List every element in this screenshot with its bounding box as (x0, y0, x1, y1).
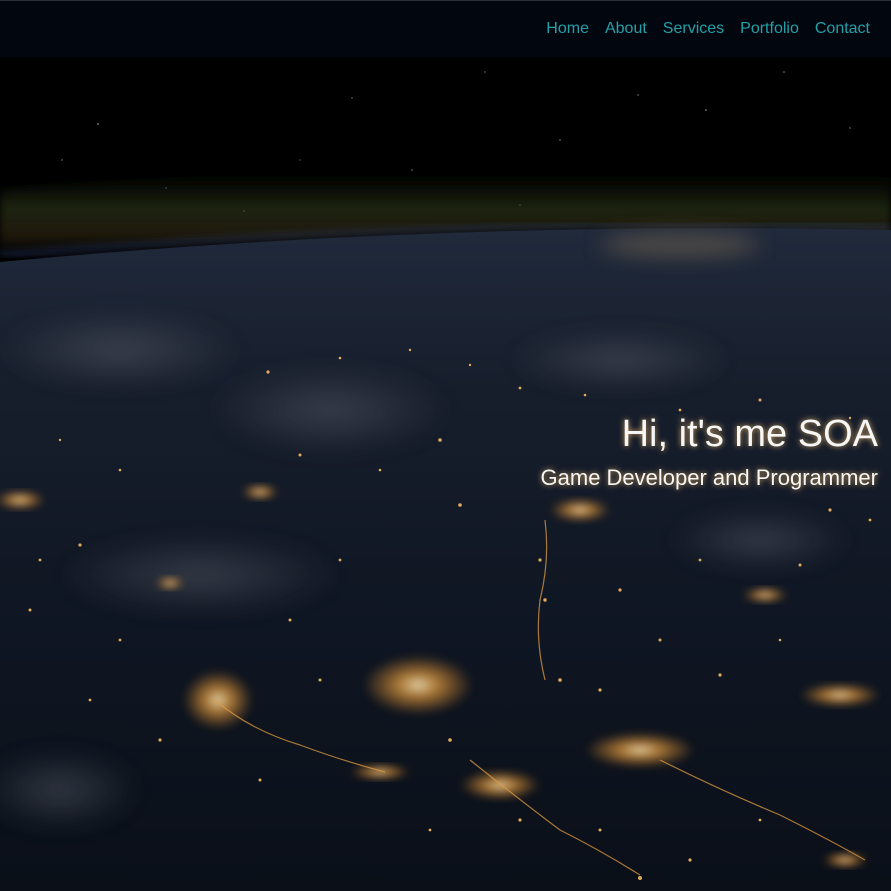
nav-link-about[interactable]: About (605, 20, 647, 37)
top-navbar: Home About Services Portfolio Contact (0, 0, 891, 57)
nav-link-home[interactable]: Home (546, 20, 589, 37)
nav-link-portfolio[interactable]: Portfolio (740, 20, 799, 37)
nav-item-about: About (605, 19, 647, 39)
page: Home About Services Portfolio Contact Hi… (0, 0, 891, 891)
hero-subtitle: Game Developer and Programmer (540, 465, 878, 490)
nav-link-contact[interactable]: Contact (815, 20, 870, 37)
nav-menu: Home About Services Portfolio Contact (546, 19, 870, 39)
nav-item-services: Services (663, 19, 724, 39)
nav-item-home: Home (546, 19, 589, 39)
nav-item-portfolio: Portfolio (740, 19, 799, 39)
hero-intro: Hi, it's me SOA Game Developer and Progr… (541, 410, 878, 492)
nav-link-services[interactable]: Services (663, 20, 724, 37)
nav-item-contact: Contact (815, 19, 870, 39)
hero-title: Hi, it's me SOA (621, 413, 878, 455)
